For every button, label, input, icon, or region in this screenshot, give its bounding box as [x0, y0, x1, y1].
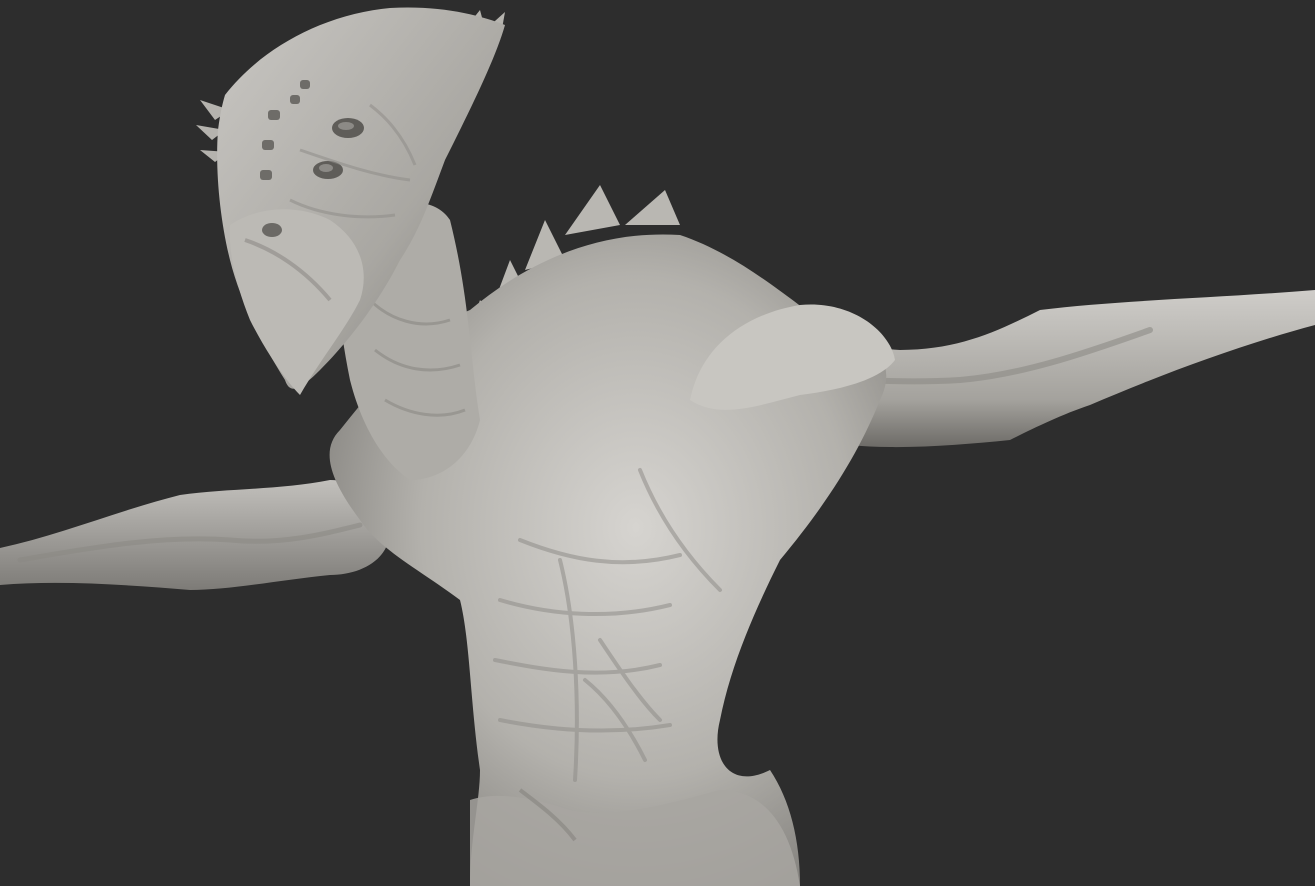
3d-viewport[interactable] — [0, 0, 1315, 886]
creature-sculpt[interactable] — [0, 0, 1315, 886]
beak — [229, 209, 364, 395]
lower-eye-highlight — [319, 164, 333, 172]
left-arm — [0, 480, 390, 590]
upper-eye-highlight — [338, 122, 354, 130]
nostril — [262, 223, 282, 237]
